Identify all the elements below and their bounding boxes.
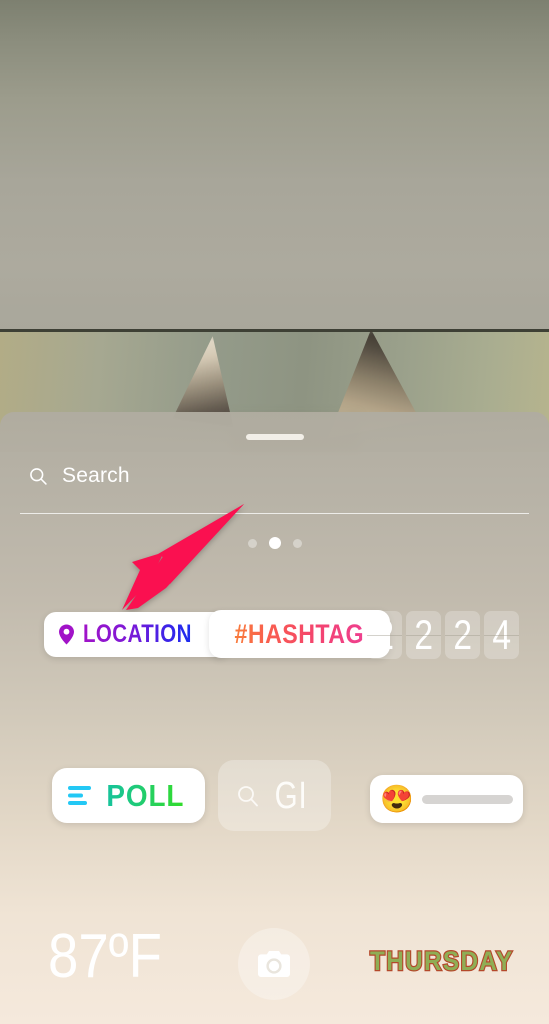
countdown-digit-card[interactable]: 2 <box>445 611 480 659</box>
sticker-hashtag[interactable]: #HASHTAG <box>209 610 390 658</box>
countdown-digit: 2 <box>375 611 394 658</box>
countdown-digit-card[interactable]: 4 <box>484 611 519 659</box>
sticker-emoji-slider[interactable]: 😍 <box>370 775 523 823</box>
hashtag-sticker-label: #HASHTAG <box>234 618 364 649</box>
sticker-weekday[interactable]: THURSDAY <box>369 945 514 978</box>
countdown-digit: 4 <box>492 611 511 658</box>
countdown-digit-card[interactable]: 2 <box>367 611 402 659</box>
countdown-digit-card[interactable]: 2 <box>406 611 441 659</box>
pagination-dots[interactable] <box>247 537 302 549</box>
search-field[interactable]: Search <box>28 464 130 488</box>
story-photo-upper <box>0 0 549 332</box>
location-pin-icon <box>59 624 74 645</box>
search-divider <box>20 513 529 514</box>
search-icon <box>30 468 47 485</box>
search-icon <box>238 785 259 806</box>
sticker-poll[interactable]: POLL <box>52 768 205 823</box>
countdown-digit: 2 <box>414 611 433 658</box>
page-dot-3[interactable] <box>292 538 302 548</box>
sticker-countdown[interactable]: 2 2 2 4 <box>367 611 519 659</box>
gif-sticker-label: GI <box>275 774 308 817</box>
heart-eyes-emoji-icon: 😍 <box>380 783 414 814</box>
page-dot-2[interactable] <box>268 537 281 549</box>
countdown-digit: 2 <box>453 611 472 658</box>
poll-bars-icon <box>68 786 91 805</box>
camera-icon <box>258 951 290 977</box>
page-dot-1[interactable] <box>247 538 257 548</box>
sticker-gif-search[interactable]: GI <box>218 760 331 831</box>
sheet-drag-handle[interactable] <box>245 434 304 440</box>
sticker-temperature[interactable]: 87ºF <box>48 926 162 988</box>
search-placeholder-text: Search <box>62 464 130 487</box>
emoji-slider-track[interactable] <box>421 794 513 804</box>
poll-sticker-label: POLL <box>106 777 185 813</box>
sticker-location[interactable]: LOCATION <box>44 612 230 657</box>
location-sticker-label: LOCATION <box>83 620 192 648</box>
sticker-camera-button[interactable] <box>238 928 310 1000</box>
